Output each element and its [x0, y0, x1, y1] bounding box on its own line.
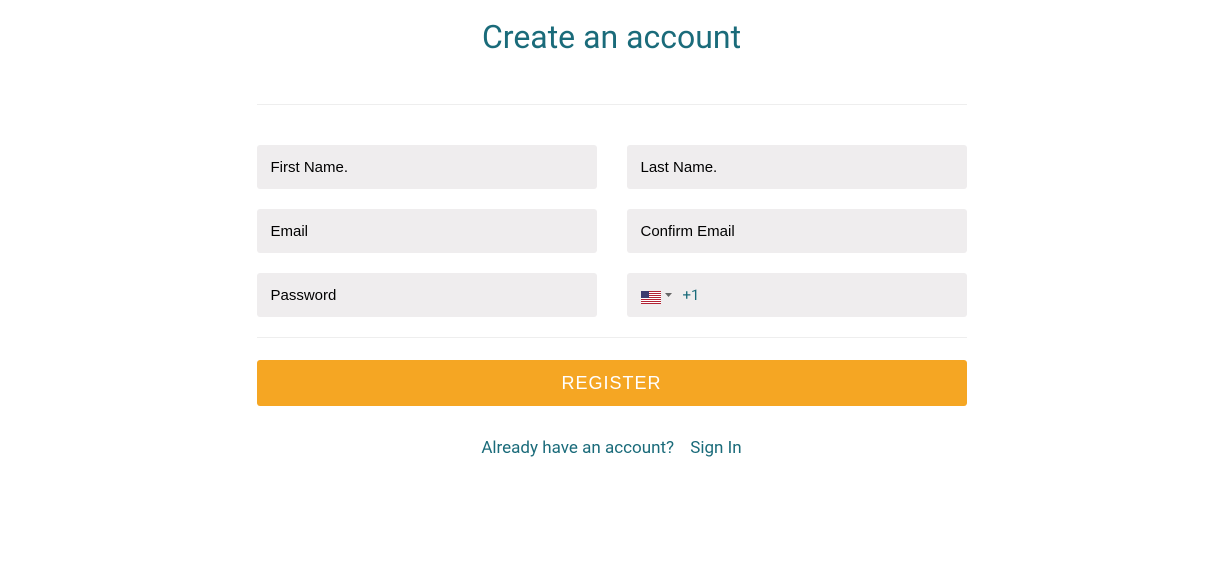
bottom-divider [257, 337, 967, 338]
email-field[interactable] [257, 209, 597, 253]
first-name-field[interactable] [257, 145, 597, 189]
phone-field[interactable] [699, 287, 952, 304]
divider [257, 104, 967, 105]
phone-field-wrapper: +1 [627, 273, 967, 317]
register-button[interactable]: REGISTER [257, 360, 967, 406]
password-field[interactable] [257, 273, 597, 317]
last-name-field[interactable] [627, 145, 967, 189]
confirm-email-field[interactable] [627, 209, 967, 253]
signin-prompt: Already have an account? [481, 438, 674, 458]
chevron-down-icon [665, 291, 673, 299]
country-selector[interactable] [641, 289, 673, 302]
page-title: Create an account [257, 18, 967, 56]
signin-link[interactable]: Sign In [690, 438, 741, 458]
us-flag-icon [641, 289, 661, 302]
dial-code: +1 [683, 286, 700, 304]
